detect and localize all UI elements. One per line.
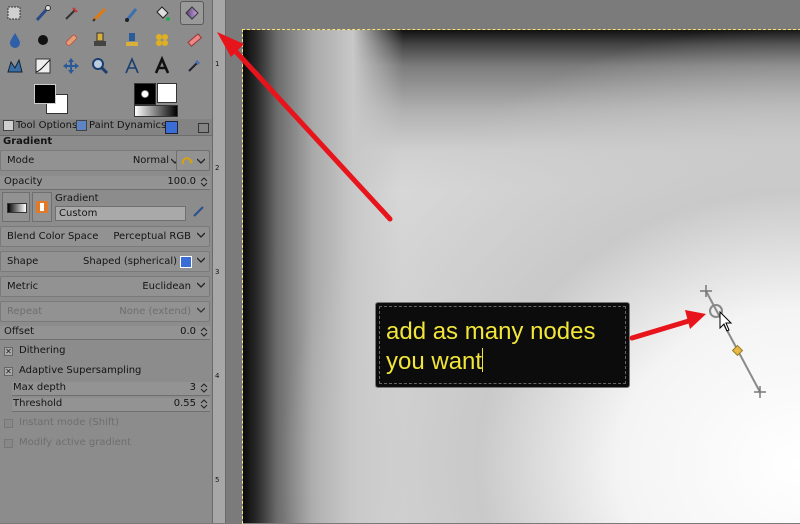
vertical-ruler: 1 2 3 4 5 — [213, 0, 226, 523]
mode-reverse-button[interactable] — [176, 150, 210, 171]
shape-icon — [180, 256, 192, 268]
opacity-slider[interactable]: Opacity 100.0 — [0, 176, 210, 190]
paint-dynamics-icon — [76, 120, 87, 131]
text-icon[interactable] — [150, 54, 174, 78]
tool-options-icon — [3, 120, 14, 131]
edit-pencil-icon[interactable] — [192, 204, 206, 218]
brush-preview[interactable] — [134, 83, 156, 105]
shape-select[interactable]: Shape Shaped (spherical) — [0, 251, 210, 272]
dithering-checkbox[interactable]: ✕ Dithering — [0, 345, 210, 359]
foreground-color-swatch[interactable] — [34, 84, 56, 104]
free-select-icon[interactable] — [3, 2, 27, 26]
repeat-select[interactable]: Repeat None (extend) — [0, 301, 210, 322]
clone-stamp-icon[interactable] — [88, 28, 112, 52]
bucket-fill-icon[interactable] — [150, 2, 174, 26]
checkbox-checked-icon: ✕ — [4, 367, 13, 376]
gradient-editor-button[interactable] — [32, 192, 52, 222]
dock-tabs: Tool Options Paint Dynamics — [0, 119, 212, 136]
tab-tool-options[interactable]: Tool Options — [3, 120, 77, 131]
checkbox-unchecked-icon — [4, 439, 13, 448]
color-picker-small-icon[interactable] — [182, 54, 206, 78]
zoom-icon[interactable] — [88, 54, 112, 78]
spin-arrows-icon[interactable] — [200, 177, 208, 187]
spin-arrows-icon[interactable] — [200, 327, 208, 337]
chevron-down-icon — [197, 282, 205, 288]
adaptive-supersampling-checkbox[interactable]: ✕ Adaptive Supersampling — [0, 365, 210, 379]
gradient-name-field[interactable]: Custom — [55, 206, 186, 221]
dock-tab-icon[interactable] — [165, 121, 178, 134]
smudge-icon[interactable] — [150, 28, 174, 52]
tab-paint-dynamics[interactable]: Paint Dynamics — [76, 120, 166, 131]
spin-arrows-icon[interactable] — [200, 399, 208, 409]
airbrush-icon[interactable] — [31, 28, 55, 52]
swap-arrow-icon — [181, 157, 193, 165]
pattern-preview[interactable] — [157, 83, 177, 103]
chevron-down-icon — [197, 158, 205, 164]
offset-slider[interactable]: Offset 0.0 — [0, 326, 210, 340]
color-picker-icon[interactable] — [59, 2, 83, 26]
spin-arrows-icon[interactable] — [200, 383, 208, 393]
max-depth-slider[interactable]: Max depth 3 — [12, 382, 210, 396]
chevron-down-icon — [197, 232, 205, 238]
curves-icon[interactable] — [31, 54, 55, 78]
chevron-down-icon — [197, 307, 205, 313]
heal-icon[interactable] — [59, 28, 83, 52]
ink-drop-icon[interactable] — [3, 28, 27, 52]
dock-menu-icon[interactable] — [198, 123, 209, 133]
checkbox-unchecked-icon — [4, 419, 13, 428]
perspective-clone-icon[interactable] — [120, 28, 144, 52]
text-caret — [482, 348, 484, 372]
metric-select[interactable]: Metric Euclidean — [0, 276, 210, 297]
gradient-preview[interactable] — [134, 105, 178, 117]
instant-mode-checkbox[interactable]: Instant mode (Shift) — [0, 417, 210, 431]
blend-color-space-select[interactable]: Blend Color Space Perceptual RGB — [0, 226, 210, 247]
modify-active-gradient-checkbox[interactable]: Modify active gradient — [0, 437, 210, 451]
image-canvas[interactable] — [243, 30, 800, 523]
pencil-icon[interactable] — [88, 2, 112, 26]
tool-options-panel: Tool Options Paint Dynamics Gradient Mod… — [0, 0, 213, 523]
gradient-editor-icon — [36, 201, 48, 213]
toolbox — [0, 0, 212, 78]
gradient-swatch-button[interactable] — [2, 192, 30, 222]
text-outline-icon[interactable] — [120, 54, 144, 78]
image-window[interactable] — [226, 0, 800, 524]
move-icon[interactable] — [59, 54, 83, 78]
annotation-text: add as many nodes you want — [386, 318, 596, 375]
color-area — [0, 80, 212, 118]
chevron-down-icon — [197, 257, 205, 263]
gradient-label: Gradient — [55, 193, 99, 204]
paintbrush-icon[interactable] — [31, 2, 55, 26]
eraser-icon[interactable] — [182, 28, 206, 52]
annotation-callout: add as many nodes you want — [375, 302, 630, 388]
gradient-tool-icon[interactable] — [180, 1, 204, 25]
checkbox-checked-icon: ✕ — [4, 347, 13, 356]
brush-icon[interactable] — [120, 2, 144, 26]
options-title: Gradient — [3, 136, 53, 147]
paths-icon[interactable] — [3, 54, 27, 78]
threshold-slider[interactable]: Threshold 0.55 — [12, 398, 210, 412]
